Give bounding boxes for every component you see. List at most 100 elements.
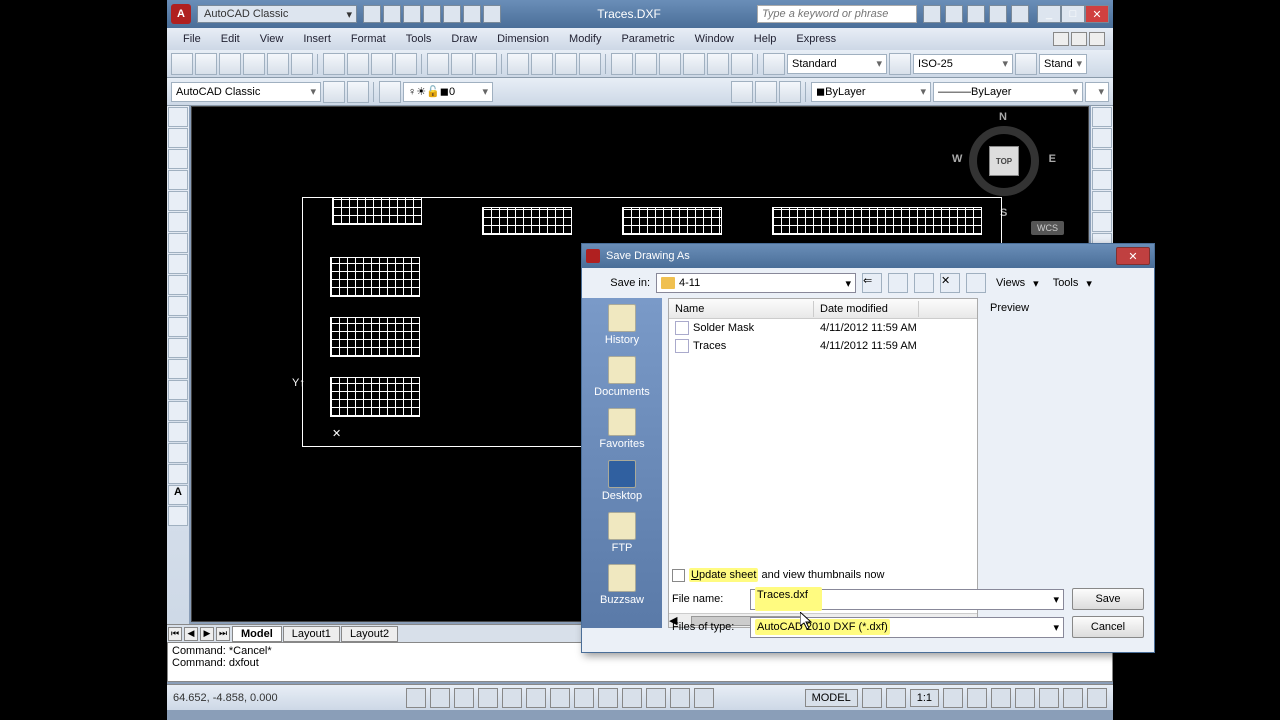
workspace-selector[interactable]: AutoCAD Classic (197, 5, 357, 23)
preview-icon[interactable] (267, 53, 289, 75)
mtext-tool-icon[interactable]: A (168, 485, 188, 505)
viewcube[interactable]: TOP N S E W WCS (954, 111, 1054, 211)
search-input[interactable] (757, 5, 917, 23)
linetype-selector[interactable]: ——— ByLayer (933, 82, 1083, 102)
file-list-header[interactable]: Name Date modified (669, 299, 977, 319)
pline-tool-icon[interactable] (168, 149, 188, 169)
plot-icon[interactable] (443, 5, 461, 23)
rect-tool-icon[interactable] (168, 191, 188, 211)
ellipse-tool-icon[interactable] (168, 296, 188, 316)
viewcube-north[interactable]: N (999, 111, 1007, 123)
dimstyle-selector[interactable]: ISO-25 (913, 54, 1013, 74)
offset-tool-icon[interactable] (1092, 170, 1112, 190)
new-icon[interactable] (363, 5, 381, 23)
ellipsearc-tool-icon[interactable] (168, 317, 188, 337)
place-favorites[interactable]: Favorites (599, 408, 644, 450)
tpy-icon[interactable] (646, 688, 666, 708)
markup-icon[interactable] (707, 53, 729, 75)
favorite-icon[interactable] (989, 5, 1007, 23)
insert-tool-icon[interactable] (168, 338, 188, 358)
dc-icon[interactable] (635, 53, 657, 75)
array-tool-icon[interactable] (1092, 191, 1112, 211)
wcs-label[interactable]: WCS (1031, 221, 1064, 235)
ssm-icon[interactable] (683, 53, 705, 75)
anno-vis-icon[interactable] (943, 688, 963, 708)
tab-model[interactable]: Model (232, 626, 282, 642)
column-name[interactable]: Name (669, 301, 814, 317)
arc-tool-icon[interactable] (168, 212, 188, 232)
tab-layout1[interactable]: Layout1 (283, 626, 340, 642)
anno-auto-icon[interactable] (967, 688, 987, 708)
paste-icon[interactable] (371, 53, 393, 75)
toolbar-lock-icon[interactable] (1015, 688, 1035, 708)
spline-tool-icon[interactable] (168, 275, 188, 295)
dimstyle-icon[interactable] (889, 53, 911, 75)
ws-gear-icon[interactable] (347, 81, 369, 103)
point-tool-icon[interactable] (168, 380, 188, 400)
publish-icon[interactable] (291, 53, 313, 75)
mdi-minimize[interactable] (1053, 32, 1069, 46)
erase-tool-icon[interactable] (1092, 107, 1112, 127)
mdi-restore[interactable] (1071, 32, 1087, 46)
menu-file[interactable]: File (175, 31, 209, 47)
column-date[interactable]: Date modified (814, 301, 919, 317)
tab-layout2[interactable]: Layout2 (341, 626, 398, 642)
calc-icon[interactable] (731, 53, 753, 75)
zoom-prev-icon[interactable] (579, 53, 601, 75)
3dosnap-icon[interactable] (526, 688, 546, 708)
menu-help[interactable]: Help (746, 31, 785, 47)
table-tool-icon[interactable] (168, 464, 188, 484)
tab-last-icon[interactable]: ⏭ (216, 627, 230, 641)
print-icon[interactable] (243, 53, 265, 75)
open-file-icon[interactable] (195, 53, 217, 75)
close-button[interactable]: ✕ (1085, 5, 1109, 23)
update-thumbnails-checkbox[interactable] (672, 569, 685, 582)
filename-input[interactable]: Traces.dxf (750, 589, 1064, 610)
tab-prev-icon[interactable]: ◀ (184, 627, 198, 641)
tp-icon[interactable] (659, 53, 681, 75)
redo-btn-icon[interactable] (475, 53, 497, 75)
newfolder-icon[interactable] (966, 273, 986, 293)
ducs-icon[interactable] (574, 688, 594, 708)
iso-obj-icon[interactable] (1063, 688, 1083, 708)
sc-icon[interactable] (694, 688, 714, 708)
xline-tool-icon[interactable] (168, 128, 188, 148)
new-file-icon[interactable] (171, 53, 193, 75)
save-button[interactable]: Save (1072, 588, 1144, 610)
filetype-selector[interactable]: AutoCAD 2010 DXF (*.dxf) (750, 617, 1064, 638)
tab-first-icon[interactable]: ⏮ (168, 627, 182, 641)
menu-window[interactable]: Window (687, 31, 742, 47)
mirror-tool-icon[interactable] (1092, 149, 1112, 169)
lwt-icon[interactable] (622, 688, 642, 708)
file-row[interactable]: Solder Mask 4/11/2012 11:59 AM (669, 319, 977, 337)
textstyle-selector[interactable]: Standard (787, 54, 887, 74)
model-space[interactable]: MODEL (805, 689, 858, 707)
clean-icon[interactable] (1087, 688, 1107, 708)
snap-icon[interactable] (406, 688, 426, 708)
undo-icon[interactable] (463, 5, 481, 23)
otrack-icon[interactable] (550, 688, 570, 708)
dialog-titlebar[interactable]: Save Drawing As ✕ (582, 244, 1154, 268)
file-row[interactable]: Traces 4/11/2012 11:59 AM (669, 337, 977, 355)
move-tool-icon[interactable] (1092, 212, 1112, 232)
menu-insert[interactable]: Insert (295, 31, 339, 47)
hatch-tool-icon[interactable] (168, 401, 188, 421)
revcloud-tool-icon[interactable] (168, 254, 188, 274)
zoom-rt-icon[interactable] (531, 53, 553, 75)
views-dropdown[interactable]: Views (992, 275, 1043, 292)
dialog-close-button[interactable]: ✕ (1116, 247, 1150, 265)
viewcube-east[interactable]: E (1049, 153, 1056, 165)
addselected-tool-icon[interactable] (168, 506, 188, 526)
ws-switch-icon[interactable] (991, 688, 1011, 708)
gradient-tool-icon[interactable] (168, 422, 188, 442)
pan-icon[interactable] (507, 53, 529, 75)
menu-parametric[interactable]: Parametric (613, 31, 682, 47)
region-tool-icon[interactable] (168, 443, 188, 463)
savein-selector[interactable]: 4-11 (656, 273, 856, 293)
ortho-icon[interactable] (454, 688, 474, 708)
saveas-icon[interactable] (423, 5, 441, 23)
app-logo-icon[interactable]: A (171, 4, 191, 24)
zoom-win-icon[interactable] (555, 53, 577, 75)
search-web-icon[interactable] (914, 273, 934, 293)
tablestyle-icon[interactable] (1015, 53, 1037, 75)
